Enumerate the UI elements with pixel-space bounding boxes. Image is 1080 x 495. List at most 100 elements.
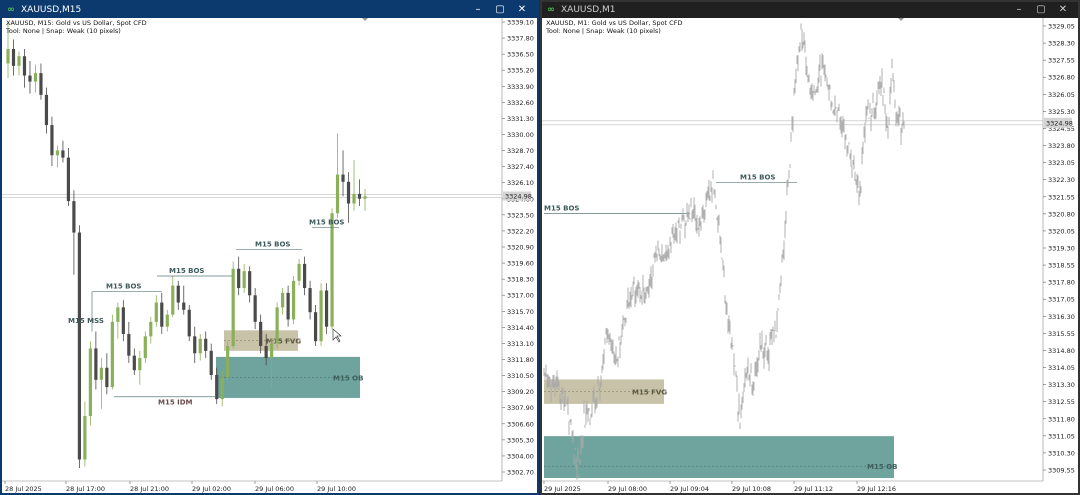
candle-body xyxy=(66,157,71,202)
candle-body xyxy=(39,73,43,95)
candle-body xyxy=(61,150,65,158)
candle-body xyxy=(335,174,340,214)
candle-body xyxy=(94,348,98,380)
candle-body xyxy=(132,355,136,371)
candle-body xyxy=(198,338,202,354)
candle-body xyxy=(215,374,219,400)
price-label: 3328.30 xyxy=(1048,40,1075,48)
minimize-icon[interactable]: – xyxy=(1008,2,1030,18)
price-label: 3304.00 xyxy=(507,452,534,460)
metatrader-chart-icon: ∞ xyxy=(547,5,555,15)
price-label: 3317.00 xyxy=(507,292,534,300)
candle-body xyxy=(154,302,158,322)
price-label: 3321.55 xyxy=(1048,193,1075,201)
price-label: 3322.30 xyxy=(1048,176,1075,184)
maximize-icon[interactable]: ▢ xyxy=(489,2,511,18)
price-label: 3311.80 xyxy=(507,356,534,364)
time-label: 28 Jul 17:00 xyxy=(66,485,105,493)
price-label: 3332.60 xyxy=(507,99,534,107)
price-label: 3318.30 xyxy=(507,276,534,284)
candle-body xyxy=(341,174,345,182)
price-label: 3323.80 xyxy=(1048,142,1075,150)
candle-body xyxy=(127,333,131,356)
price-label: 3326.80 xyxy=(1048,74,1075,82)
price-label: 3314.05 xyxy=(1048,364,1075,372)
candle-body xyxy=(248,271,252,296)
price-label: 3307.90 xyxy=(507,404,534,412)
price-label: 3313.10 xyxy=(507,340,534,348)
price-label: 3317.80 xyxy=(1048,279,1075,287)
candle-body xyxy=(28,75,32,82)
candle-body xyxy=(324,290,329,327)
mss-label: M15 MSS xyxy=(68,317,104,325)
candle-body xyxy=(105,367,109,388)
title-bar[interactable]: ∞ XAUUSD,M15 – ▢ ✕ xyxy=(2,2,537,18)
price-label: 3322.20 xyxy=(507,227,534,235)
price-label: 3317.05 xyxy=(1048,296,1075,304)
candle-body xyxy=(33,73,38,82)
candle-body xyxy=(176,285,180,303)
price-chart[interactable]: 3339.10 3337.80 3336.50 3335.20 3333.90 3332.… xyxy=(2,18,537,493)
candle-body xyxy=(17,56,21,66)
current-price-label: 3324.98 xyxy=(1046,119,1073,127)
candle-body xyxy=(363,196,367,199)
bos-label: M15 BOS xyxy=(255,240,290,248)
price-label: 3306.60 xyxy=(507,420,534,428)
candle-body xyxy=(330,213,334,327)
candle-body xyxy=(165,314,169,327)
price-label: 3318.55 xyxy=(1048,262,1075,270)
title-bar[interactable]: ∞ XAUUSD,M1 – ▢ ✕ xyxy=(542,2,1078,18)
tool-status: Tool: None | Snap: Weak (10 pixels) xyxy=(546,27,661,35)
symbol-description: XAUUSD, M1: Gold vs US Dollar, Spot CFD xyxy=(546,19,683,27)
price-label: 3316.30 xyxy=(1048,313,1075,321)
price-label: 3319.60 xyxy=(507,260,534,268)
candle-body xyxy=(193,336,197,354)
minimize-icon[interactable]: – xyxy=(467,2,489,18)
candle-body xyxy=(88,348,92,417)
price-label: 3313.30 xyxy=(1048,381,1075,389)
bos-label: M15 BOS xyxy=(106,283,141,291)
price-label: 3320.80 xyxy=(1048,210,1075,218)
close-icon[interactable]: ✕ xyxy=(1052,2,1074,18)
price-label: 3323.05 xyxy=(1048,159,1075,167)
bos-label: M15 BOS xyxy=(309,219,344,227)
candle-body xyxy=(226,346,230,378)
chart-window-m15[interactable]: ∞ XAUUSD,M15 – ▢ ✕ 3339.10 3337.80 3336.50… xyxy=(0,0,539,495)
candle-body xyxy=(352,193,356,204)
candle-body xyxy=(72,201,76,233)
maximize-icon[interactable]: ▢ xyxy=(1030,2,1052,18)
chart-window-m1[interactable]: ∞ XAUUSD,M1 – ▢ ✕ 3329.05 3328.30 3327.55 3… xyxy=(540,0,1080,495)
price-label: 3326.10 xyxy=(507,179,534,187)
time-label: 29 Jul 06:00 xyxy=(255,485,294,493)
price-label: 3305.30 xyxy=(507,436,534,444)
candle-body xyxy=(264,346,268,359)
candle-body xyxy=(182,302,186,310)
candle-body xyxy=(259,321,263,347)
price-label: 3327.40 xyxy=(507,163,534,171)
price-label: 3323.50 xyxy=(507,211,534,219)
chart-canvas[interactable]: 3339.10 3337.80 3336.50 3335.20 3333.90 3332.… xyxy=(2,18,537,493)
shift-marker-icon xyxy=(898,18,904,21)
price-label: 3309.20 xyxy=(507,388,534,396)
price-chart[interactable]: 3329.05 3328.30 3327.55 3326.80 3326.05 3325.… xyxy=(542,18,1078,493)
price-label: 3327.55 xyxy=(1048,57,1075,65)
price-label: 3330.00 xyxy=(507,131,534,139)
candle-body xyxy=(121,307,125,334)
candle-body xyxy=(237,268,241,289)
candle-body xyxy=(149,321,153,337)
mouse-cursor-icon xyxy=(332,328,342,343)
price-label: 3320.90 xyxy=(507,244,534,252)
price-label: 3310.30 xyxy=(1048,449,1075,457)
close-icon[interactable]: ✕ xyxy=(511,2,533,18)
price-label: 3328.70 xyxy=(507,147,534,155)
price-label: 3315.70 xyxy=(507,308,534,316)
candle-body xyxy=(22,56,27,76)
candle-body xyxy=(313,312,318,342)
time-label: 29 Jul 08:00 xyxy=(608,485,647,493)
price-label: 3326.05 xyxy=(1048,91,1075,99)
candle-body xyxy=(143,336,147,359)
candle-body xyxy=(83,416,87,460)
time-label: 29 Jul 10:08 xyxy=(732,485,771,493)
chart-canvas[interactable]: 3329.05 3328.30 3327.55 3326.80 3326.05 3325.… xyxy=(542,18,1078,493)
candle-body xyxy=(319,290,323,342)
